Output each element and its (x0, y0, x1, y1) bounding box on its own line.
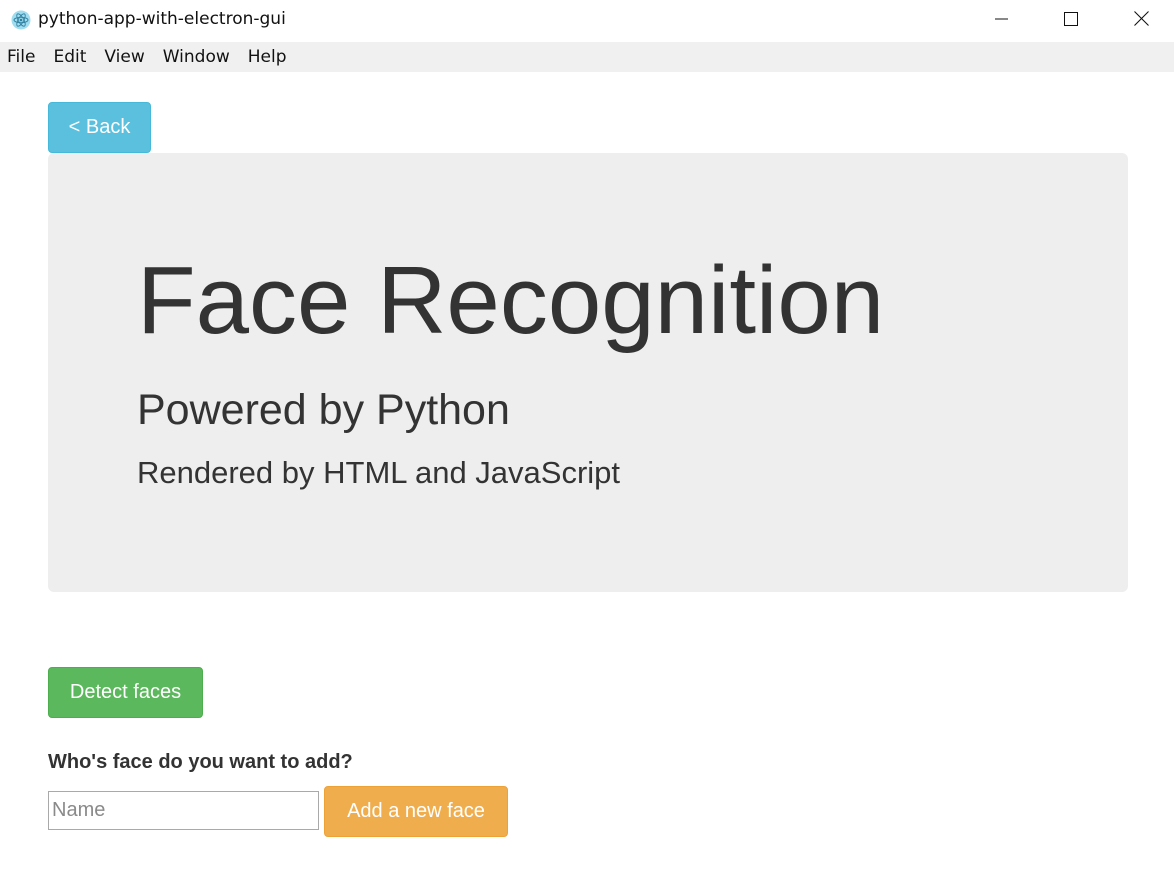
minimize-icon (994, 12, 1008, 31)
page-subtitle: Powered by Python (137, 386, 510, 434)
window-title: python-app-with-electron-gui (38, 9, 286, 29)
close-button[interactable] (1106, 0, 1174, 42)
page-tagline: Rendered by HTML and JavaScript (137, 455, 621, 490)
back-button[interactable]: < Back (48, 102, 151, 153)
maximize-icon (1064, 11, 1078, 31)
electron-atom-icon (11, 10, 31, 30)
menu-window[interactable]: Window (154, 42, 239, 72)
close-icon (1133, 11, 1149, 31)
title-bar[interactable]: python-app-with-electron-gui (0, 0, 1174, 42)
menu-view[interactable]: View (95, 42, 153, 72)
menu-bar: File Edit View Window Help (0, 42, 1174, 72)
maximize-button[interactable] (1036, 0, 1106, 42)
add-new-face-button[interactable]: Add a new face (324, 786, 508, 837)
hero-panel: Face Recognition Powered by Python Rende… (48, 153, 1128, 592)
add-face-question: Who's face do you want to add? (48, 751, 353, 773)
menu-file[interactable]: File (0, 42, 44, 72)
app-window: python-app-with-electron-gui File Edit V… (0, 0, 1174, 882)
page-title: Face Recognition (137, 247, 885, 354)
menu-help[interactable]: Help (239, 42, 296, 72)
menu-edit[interactable]: Edit (44, 42, 95, 72)
name-input[interactable] (48, 791, 319, 830)
detect-faces-button[interactable]: Detect faces (48, 667, 203, 718)
minimize-button[interactable] (966, 0, 1036, 42)
